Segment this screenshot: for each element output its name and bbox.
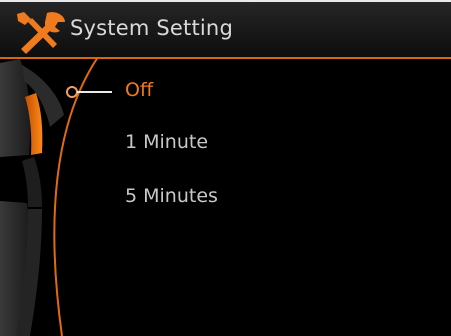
menu-item-off[interactable]: Off	[125, 79, 153, 101]
page-title: System Setting	[70, 16, 233, 40]
selection-pointer-dot	[66, 86, 78, 98]
menu-item-5-minutes[interactable]: 5 Minutes	[125, 185, 218, 207]
system-setting-screen: System Setting Off 1 Minute 5 Minutes	[0, 0, 451, 336]
menu-item-1-minute[interactable]: 1 Minute	[125, 131, 208, 153]
header-bar: System Setting	[0, 2, 451, 59]
rotary-dial[interactable]	[0, 57, 120, 336]
dial-guide-arc	[53, 57, 99, 336]
tools-icon	[17, 12, 65, 54]
dial-segment-mid	[22, 157, 42, 207]
